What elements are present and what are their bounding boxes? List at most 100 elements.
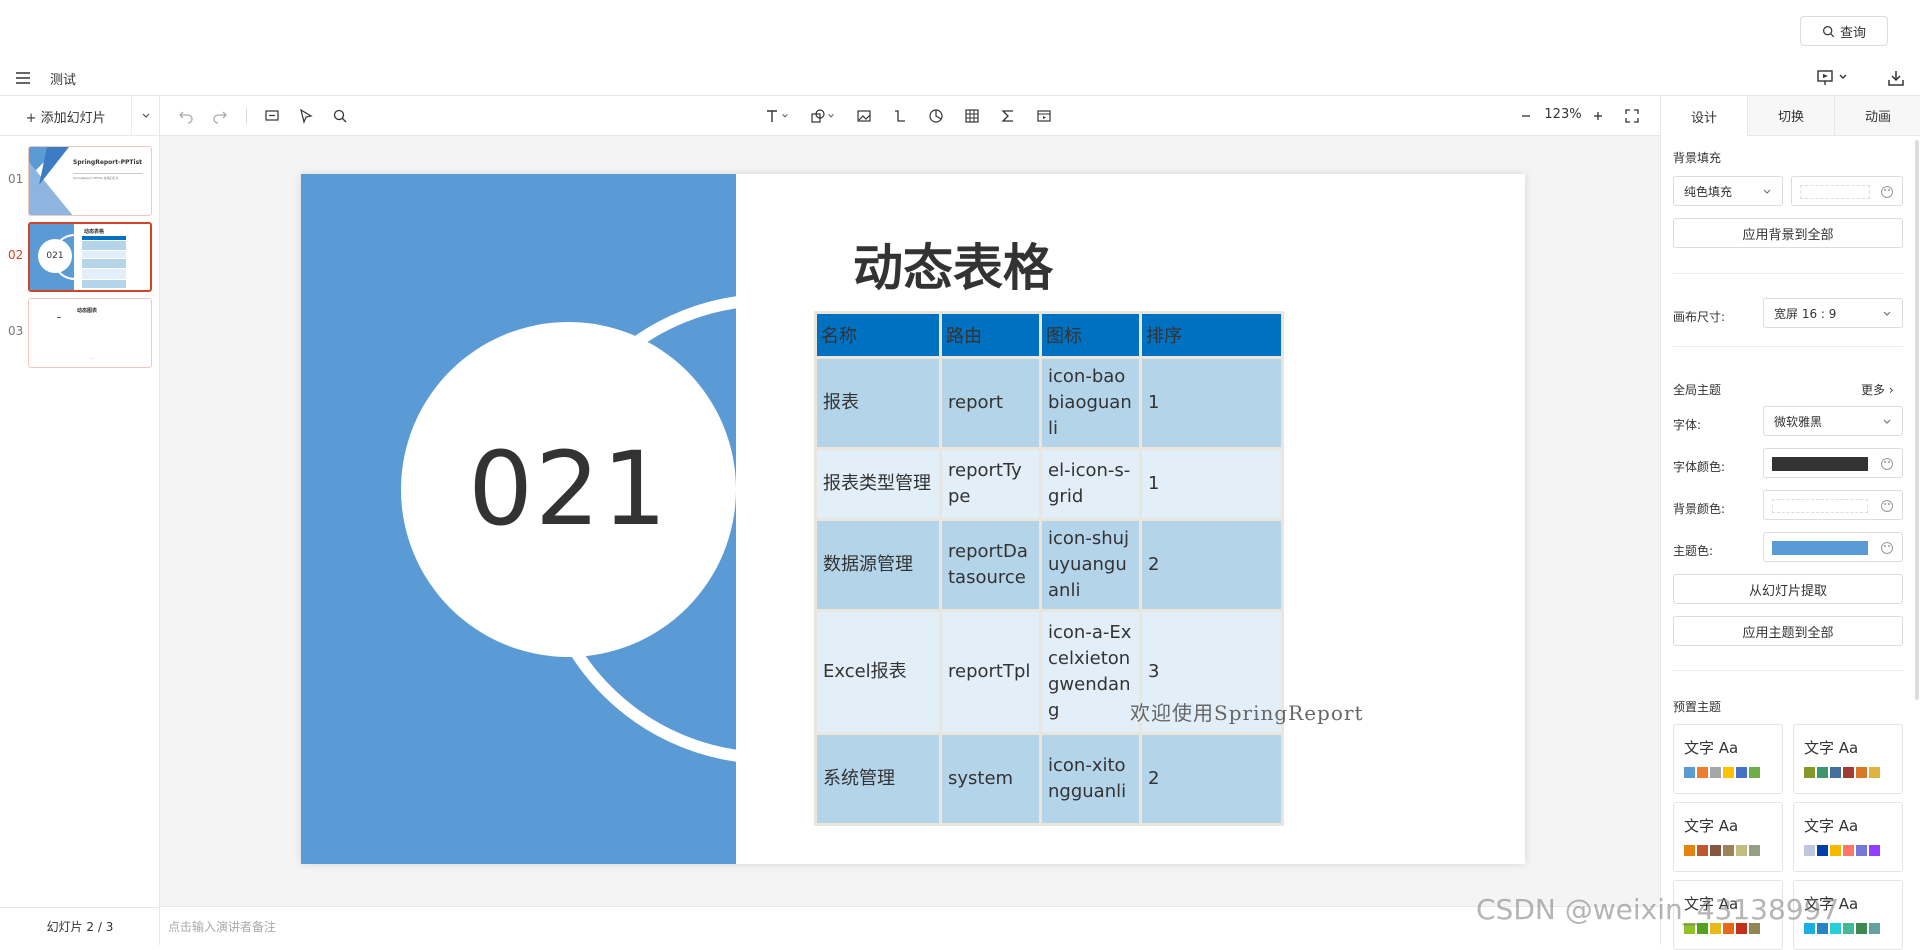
table-header-cell[interactable]: 图标 (1042, 314, 1139, 356)
preset-color-swatch (1817, 767, 1828, 778)
table-cell[interactable]: 1 (1142, 450, 1281, 518)
table-header-cell[interactable]: 名称 (817, 314, 939, 356)
menu-icon[interactable] (14, 69, 32, 87)
fullscreen-icon[interactable] (1622, 106, 1642, 126)
preset-color-swatch (1749, 767, 1760, 778)
thumbnail-item-1[interactable]: 01 SpringReport-PPTist SpringReport-PPTi… (0, 146, 160, 216)
chevron-down-icon[interactable] (826, 106, 836, 126)
table-cell[interactable]: Excel报表 (817, 612, 939, 732)
comment-icon[interactable] (262, 106, 282, 126)
table-cell[interactable]: 系统管理 (817, 735, 939, 823)
redo-icon[interactable] (210, 106, 230, 126)
palette-icon (1881, 186, 1893, 198)
right-panel-scrollbar[interactable] (1915, 140, 1919, 700)
font-select[interactable]: 微软雅黑 (1763, 406, 1903, 436)
dynamic-table[interactable]: 名称 路由 图标 排序 报表 report icon-baobiaoguanli… (814, 311, 1284, 826)
apply-bg-all-button[interactable]: 应用背景到全部 (1673, 218, 1903, 248)
extract-theme-button[interactable]: 从幻灯片提取 (1673, 574, 1903, 604)
tab-design[interactable]: 设计 (1661, 96, 1747, 136)
select-pointer-icon[interactable] (296, 106, 316, 126)
text-tool-icon[interactable] (762, 106, 782, 126)
zoom-level: 123% (1544, 107, 1582, 122)
canvas-size-select[interactable]: 宽屏 16 : 9 (1763, 298, 1903, 328)
chevron-down-icon[interactable] (780, 106, 790, 126)
chevron-down-icon (142, 113, 150, 118)
apply-theme-all-button[interactable]: 应用主题到全部 (1673, 616, 1903, 646)
table-header-cell[interactable]: 路由 (942, 314, 1039, 356)
thumbnail-slide-1[interactable]: SpringReport-PPTist SpringReport-PPTist … (28, 146, 152, 216)
zoom-out-icon[interactable] (1516, 106, 1536, 126)
table-cell[interactable]: reportDatasource (942, 521, 1039, 609)
table-cell[interactable]: icon-xitongguanli (1042, 735, 1139, 823)
table-cell[interactable]: system (942, 735, 1039, 823)
preset-theme-card[interactable]: 文字 Aa (1673, 724, 1783, 794)
table-cell[interactable]: icon-baobiaoguanli (1042, 359, 1139, 447)
preset-theme-card[interactable]: 文字 Aa (1793, 802, 1903, 872)
table-cell[interactable]: icon-a-Excelxietongwendang (1042, 612, 1139, 732)
preset-theme-text: 文字 Aa (1804, 817, 1859, 835)
theme-color-picker[interactable] (1763, 532, 1903, 562)
slide-number-text[interactable]: 021 (401, 322, 736, 657)
preset-theme-colors (1804, 767, 1880, 778)
chart-icon[interactable] (926, 106, 946, 126)
bg-fill-select[interactable]: 纯色填充 (1673, 176, 1783, 206)
table-cell[interactable]: reportType (942, 450, 1039, 518)
preset-theme-text: 文字 Aa (1804, 739, 1859, 757)
tab-transition[interactable]: 切换 (1747, 96, 1834, 136)
download-icon[interactable] (1886, 68, 1906, 88)
thumbnail-title: SpringReport-PPTist (73, 159, 143, 166)
canvas-size-value: 宽屏 16 : 9 (1774, 306, 1837, 321)
thumbnail-slide-2[interactable]: 021 动态表格 (28, 222, 152, 292)
tab-animation[interactable]: 动画 (1834, 96, 1920, 136)
document-title[interactable]: 测试 (50, 69, 76, 88)
preset-theme-card[interactable]: 文字 Aa (1793, 724, 1903, 794)
bg-color-swatch (1772, 499, 1868, 513)
preset-color-swatch (1856, 923, 1867, 934)
table-cell[interactable]: 报表 (817, 359, 939, 447)
thumbnail-number: 03 (8, 324, 24, 338)
more-label: 更多 (1861, 383, 1886, 397)
thumbnail-item-2[interactable]: 02 021 动态表格 (0, 222, 160, 292)
shape-tool-icon[interactable] (808, 106, 828, 126)
preset-theme-colors (1804, 845, 1880, 856)
undo-icon[interactable] (176, 106, 196, 126)
bg-fill-color-picker[interactable] (1791, 176, 1903, 206)
slide-canvas[interactable]: 021 动态表格 名称 路由 图标 排序 报表 report icon-baob… (301, 174, 1525, 864)
slide-counter: 幻灯片 2 / 3 (0, 907, 160, 945)
media-icon[interactable] (1034, 106, 1054, 126)
bg-color-picker[interactable] (1763, 490, 1903, 520)
table-cell[interactable]: icon-shujuyuanguanli (1042, 521, 1139, 609)
speaker-notes[interactable]: 点击输入演讲者备注 (160, 906, 1660, 945)
line-tool-icon[interactable] (890, 106, 910, 126)
preset-color-swatch (1749, 845, 1760, 856)
table-icon[interactable] (962, 106, 982, 126)
slide-title[interactable]: 动态表格 (853, 228, 1053, 300)
preset-color-swatch (1710, 845, 1721, 856)
font-color-picker[interactable] (1763, 448, 1903, 478)
preset-theme-card[interactable]: 文字 Aa (1673, 802, 1783, 872)
add-slide-button[interactable]: + 添加幻灯片 (0, 96, 131, 136)
thumbnail-slide-3[interactable]: 动态图表 … (28, 298, 152, 368)
formula-icon[interactable] (998, 106, 1018, 126)
presentation-icon[interactable] (1816, 68, 1850, 88)
table-header-cell[interactable]: 排序 (1142, 314, 1281, 356)
preset-color-swatch (1684, 845, 1695, 856)
table-cell[interactable]: reportTpl (942, 612, 1039, 732)
zoom-in-icon[interactable] (1588, 106, 1608, 126)
table-cell[interactable]: 1 (1142, 359, 1281, 447)
table-cell[interactable]: report (942, 359, 1039, 447)
table-cell[interactable]: 报表类型管理 (817, 450, 939, 518)
table-cell[interactable]: 2 (1142, 735, 1281, 823)
table-cell[interactable]: 数据源管理 (817, 521, 939, 609)
thumbnail-item-3[interactable]: 03 动态图表 … (0, 298, 160, 368)
table-row: 报表类型管理 reportType el-icon-s-grid 1 (817, 450, 1281, 518)
zoom-search-icon[interactable] (330, 106, 350, 126)
thumbnail-number: 01 (8, 172, 24, 186)
chevron-right-icon: › (1888, 383, 1894, 397)
query-button[interactable]: 查询 (1800, 16, 1888, 46)
table-cell[interactable]: 2 (1142, 521, 1281, 609)
more-themes-link[interactable]: 更多 › (1861, 381, 1894, 398)
add-slide-dropdown[interactable] (131, 96, 159, 136)
image-icon[interactable] (854, 106, 874, 126)
table-cell[interactable]: el-icon-s-grid (1042, 450, 1139, 518)
